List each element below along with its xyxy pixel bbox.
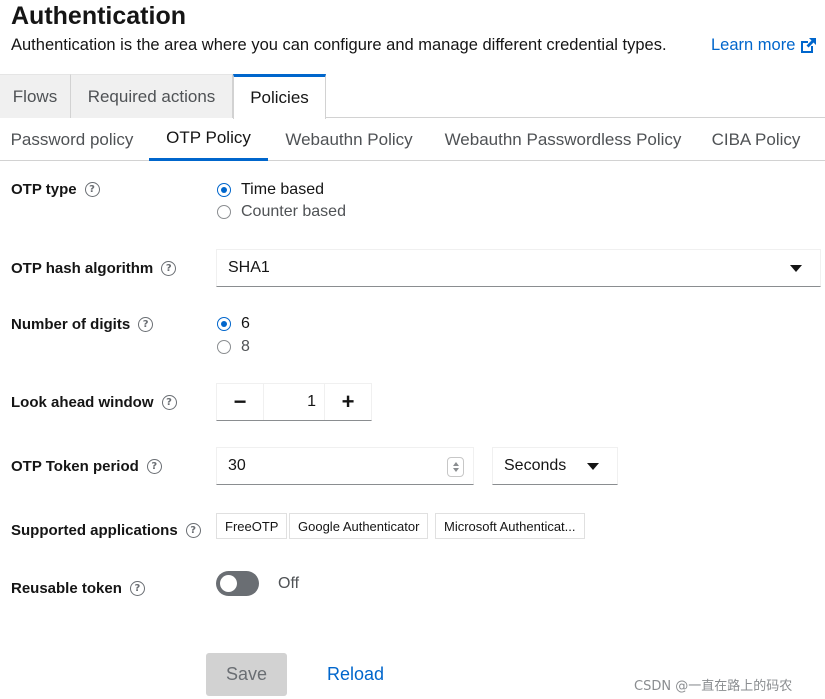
policy-tab-bar: Password policy OTP Policy Webauthn Poli… [0,118,825,161]
help-icon[interactable]: ? [146,459,162,474]
tab-otp-policy[interactable]: OTP Policy [149,118,268,161]
hash-algorithm-label: OTP hash algorithm ? [11,260,177,277]
tab-policies[interactable]: Policies [233,74,326,119]
digits-8-radio[interactable]: 8 [217,338,250,356]
tab-webauthn-passwordless-policy[interactable]: Webauthn Passwordless Policy [438,118,688,161]
watermark: CSDN @一直在路上的码农 [634,679,793,694]
token-period-input[interactable]: 30 [216,447,474,485]
tab-password-policy-label: Password policy [10,129,134,149]
page-description: Authentication is the area where you can… [11,36,667,54]
token-period-value: 30 [228,457,246,474]
radio-checked-icon [217,317,231,331]
otp-type-label: OTP type ? [11,181,100,198]
caret-down-icon [587,463,599,470]
tab-webauthn-policy[interactable]: Webauthn Policy [276,118,422,161]
digits-label-text: Number of digits [11,316,131,333]
help-icon[interactable]: ? [161,395,177,410]
supported-apps-label: Supported applications ? [11,522,201,539]
tab-flows-label: Flows [12,86,58,106]
help-icon[interactable]: ? [129,581,145,596]
reusable-token-state: Off [278,575,300,592]
reload-button[interactable]: Reload [327,664,384,685]
learn-more-link[interactable]: Learn more [711,36,817,55]
decrement-button[interactable]: − [217,384,264,420]
learn-more-label: Learn more [711,36,796,54]
digits-label: Number of digits ? [11,316,154,333]
tab-ciba-policy[interactable]: CIBA Policy [704,118,808,161]
save-button[interactable]: Save [206,653,287,696]
digits-option-label: 8 [241,338,250,355]
reusable-token-label-text: Reusable token [11,580,122,597]
tab-password-policy[interactable]: Password policy [0,118,144,161]
tab-policies-label: Policies [250,88,309,107]
otp-type-label-text: OTP type [11,181,77,198]
help-icon[interactable]: ? [161,261,177,276]
tab-flows[interactable]: Flows [0,74,71,118]
supported-apps-label-text: Supported applications [11,522,178,539]
token-period-label: OTP Token period ? [11,458,162,475]
look-ahead-input[interactable]: 1 [264,384,324,420]
page-title: Authentication [11,2,186,30]
token-period-label-text: OTP Token period [11,458,139,475]
reusable-token-toggle[interactable] [216,571,259,596]
tab-ciba-policy-label: CIBA Policy [711,129,801,149]
tab-webauthn-policy-label: Webauthn Policy [285,129,413,149]
otp-type-counter-based-radio[interactable]: Counter based [217,203,346,221]
token-period-unit-select[interactable]: Seconds [492,447,618,485]
app-chip: FreeOTP [216,513,288,539]
tab-required-actions-label: Required actions [87,86,216,106]
hash-algorithm-label-text: OTP hash algorithm [11,260,154,277]
token-period-unit-value: Seconds [504,457,567,474]
digits-6-radio[interactable]: 6 [217,315,250,333]
otp-type-option-label: Time based [241,181,324,198]
look-ahead-stepper: − 1 + [216,383,372,421]
hash-algorithm-select[interactable]: SHA1 [216,249,821,287]
otp-type-time-based-radio[interactable]: Time based [217,181,324,199]
help-icon[interactable]: ? [138,317,154,332]
reusable-token-label: Reusable token ? [11,580,145,597]
digits-option-label: 6 [241,315,250,332]
tab-required-actions[interactable]: Required actions [71,74,233,118]
caret-down-icon [790,265,802,272]
otp-type-option-label: Counter based [241,203,346,220]
app-chip: Microsoft Authenticat... [435,513,585,539]
app-chip: Google Authenticator [289,513,429,539]
help-icon[interactable]: ? [185,523,201,538]
tab-otp-policy-label: OTP Policy [166,128,251,147]
radio-unchecked-icon [217,205,231,219]
hash-algorithm-value: SHA1 [228,259,270,276]
external-link-icon [801,37,817,53]
spin-arrows-icon[interactable] [447,457,464,477]
look-ahead-label-text: Look ahead window [11,394,154,411]
help-icon[interactable]: ? [84,182,100,197]
tab-webauthn-passwordless-policy-label: Webauthn Passwordless Policy [444,129,682,149]
increment-button[interactable]: + [324,384,371,420]
main-tab-bar: Flows Required actions Policies [0,74,825,119]
radio-checked-icon [217,183,231,197]
look-ahead-label: Look ahead window ? [11,394,177,411]
radio-unchecked-icon [217,340,231,354]
